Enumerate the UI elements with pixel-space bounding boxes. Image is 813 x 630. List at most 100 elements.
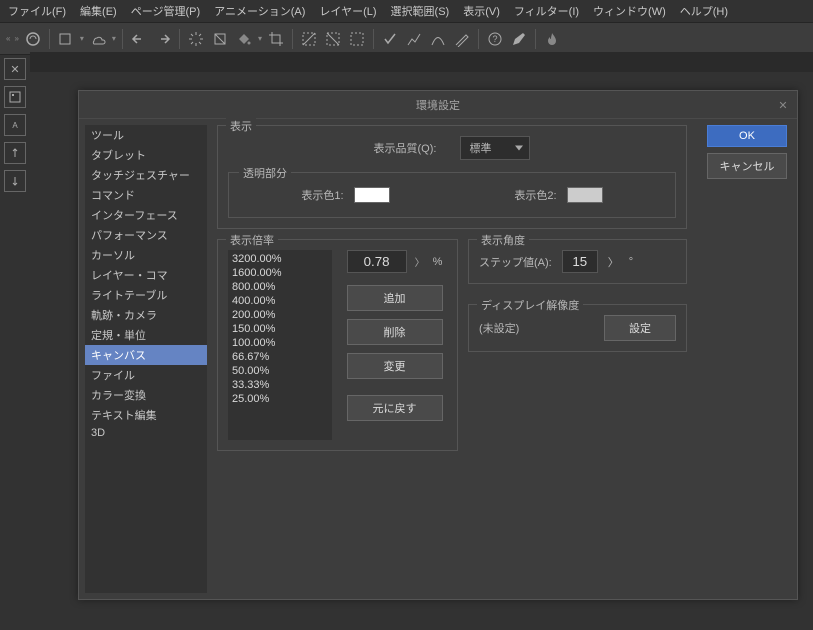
category-item[interactable]: 定規・単位 <box>85 325 207 345</box>
panel-icon-2[interactable]: A <box>4 114 26 136</box>
menu-edit[interactable]: 編集(E) <box>80 3 117 19</box>
zoom-level-item[interactable]: 50.00% <box>230 364 330 378</box>
quality-select[interactable]: 標準 <box>460 136 530 160</box>
svg-text:?: ? <box>492 34 497 44</box>
menu-layer[interactable]: レイヤー(L) <box>319 3 376 19</box>
menu-page[interactable]: ページ管理(P) <box>131 3 200 19</box>
category-item[interactable]: カラー変換 <box>85 385 207 405</box>
angle-suffix: ° <box>629 256 633 268</box>
pen-path-icon[interactable] <box>428 29 448 49</box>
category-item[interactable]: タッチジェスチャー <box>85 165 207 185</box>
zoom-delete-button[interactable]: 削除 <box>347 319 443 345</box>
zoom-add-button[interactable]: 追加 <box>347 285 443 311</box>
zoom-reset-button[interactable]: 元に戻す <box>347 395 443 421</box>
zoom-level-item[interactable]: 200.00% <box>230 308 330 322</box>
menu-animation[interactable]: アニメーション(A) <box>214 3 305 19</box>
category-item[interactable]: パフォーマンス <box>85 225 207 245</box>
zoom-input[interactable] <box>347 250 407 273</box>
zoom-level-item[interactable]: 150.00% <box>230 322 330 336</box>
dropdown-icon[interactable]: ▾ <box>80 34 84 43</box>
zoom-change-button[interactable]: 変更 <box>347 353 443 379</box>
panel-icon-3[interactable] <box>4 142 26 164</box>
pen-icon[interactable] <box>509 29 529 49</box>
toolbar-expand-right-icon[interactable]: » <box>14 34 18 43</box>
new-canvas-icon[interactable] <box>56 29 76 49</box>
cancel-button[interactable]: キャンセル <box>707 153 787 179</box>
zoom-level-item[interactable]: 25.00% <box>230 392 330 406</box>
menu-file[interactable]: ファイル(F) <box>8 3 66 19</box>
svg-text:A: A <box>12 121 18 130</box>
zoom-level-item[interactable]: 3200.00% <box>230 252 330 266</box>
dialog-title: 環境設定 <box>416 97 460 113</box>
swirl-icon[interactable] <box>23 29 43 49</box>
zoom-list[interactable]: 3200.00%1600.00%800.00%400.00%200.00%150… <box>228 250 332 440</box>
resolution-set-button[interactable]: 設定 <box>604 315 676 341</box>
loading-icon[interactable] <box>186 29 206 49</box>
menu-window[interactable]: ウィンドウ(W) <box>593 3 666 19</box>
menu-help[interactable]: ヘルプ(H) <box>680 3 728 19</box>
redo-icon[interactable] <box>153 29 173 49</box>
dropdown-icon[interactable]: ▾ <box>112 34 116 43</box>
help-icon[interactable]: ? <box>485 29 505 49</box>
zoom-level-item[interactable]: 400.00% <box>230 294 330 308</box>
selection-invert-icon[interactable] <box>323 29 343 49</box>
zoom-level-item[interactable]: 100.00% <box>230 336 330 350</box>
cloud-icon[interactable] <box>88 29 108 49</box>
settings-panel: OK キャンセル 表示 表示品質(Q): 標準 透明部分 表示色1: <box>207 119 797 599</box>
graph-icon[interactable] <box>404 29 424 49</box>
display-legend: 表示 <box>226 118 256 134</box>
transparency-group: 透明部分 表示色1: 表示色2: <box>228 172 676 218</box>
edit-path-icon[interactable] <box>452 29 472 49</box>
category-item[interactable]: コマンド <box>85 185 207 205</box>
crop-icon[interactable] <box>266 29 286 49</box>
left-icon-bar: ✕ A <box>0 52 30 198</box>
category-item[interactable]: 3D <box>85 425 207 441</box>
ok-button[interactable]: OK <box>707 125 787 147</box>
menu-selection[interactable]: 選択範囲(S) <box>391 3 450 19</box>
fill-icon[interactable] <box>234 29 254 49</box>
color2-label: 表示色2: <box>514 187 556 203</box>
quality-label: 表示品質(Q): <box>374 140 437 156</box>
category-item[interactable]: 軌跡・カメラ <box>85 305 207 325</box>
category-item[interactable]: インターフェース <box>85 205 207 225</box>
category-item[interactable]: テキスト編集 <box>85 405 207 425</box>
chevron-right-icon[interactable]: 〉 <box>608 254 619 270</box>
dialog-titlebar: 環境設定 ✕ <box>79 91 797 119</box>
transparency-legend: 透明部分 <box>239 165 291 181</box>
step-input[interactable] <box>562 250 598 273</box>
dropdown-icon[interactable]: ▾ <box>258 34 262 43</box>
selection-all-icon[interactable] <box>347 29 367 49</box>
step-label: ステップ値(A): <box>479 254 552 270</box>
panel-icon-4[interactable] <box>4 170 26 192</box>
menu-view[interactable]: 表示(V) <box>463 3 500 19</box>
clear-icon[interactable] <box>210 29 230 49</box>
category-item[interactable]: ファイル <box>85 365 207 385</box>
flame-icon[interactable] <box>542 29 562 49</box>
toolbar: « » ▾ ▾ ▾ ? <box>0 23 813 55</box>
workspace-area <box>30 52 813 72</box>
category-item[interactable]: カーソル <box>85 245 207 265</box>
category-item[interactable]: ツール <box>85 125 207 145</box>
chevron-right-icon[interactable]: 〉 <box>415 254 425 269</box>
zoom-level-item[interactable]: 33.33% <box>230 378 330 392</box>
close-panel-icon[interactable]: ✕ <box>4 58 26 80</box>
category-item[interactable]: レイヤー・コマ <box>85 265 207 285</box>
zoom-level-item[interactable]: 1600.00% <box>230 266 330 280</box>
close-icon[interactable]: ✕ <box>775 97 791 113</box>
panel-icon-1[interactable] <box>4 86 26 108</box>
toolbar-expand-left-icon[interactable]: « <box>6 34 10 43</box>
resolution-legend: ディスプレイ解像度 <box>477 297 583 313</box>
zoom-level-item[interactable]: 800.00% <box>230 280 330 294</box>
undo-icon[interactable] <box>129 29 149 49</box>
color2-swatch[interactable] <box>567 187 603 203</box>
category-item[interactable]: ライトテーブル <box>85 285 207 305</box>
category-item[interactable]: キャンバス <box>85 345 207 365</box>
category-item[interactable]: タブレット <box>85 145 207 165</box>
selection-none-icon[interactable] <box>299 29 319 49</box>
menu-filter[interactable]: フィルター(I) <box>514 3 579 19</box>
category-list[interactable]: ツールタブレットタッチジェスチャーコマンドインターフェースパフォーマンスカーソル… <box>85 125 207 593</box>
zoom-level-item[interactable]: 66.67% <box>230 350 330 364</box>
zoom-legend: 表示倍率 <box>226 232 278 248</box>
check-icon[interactable] <box>380 29 400 49</box>
color1-swatch[interactable] <box>354 187 390 203</box>
